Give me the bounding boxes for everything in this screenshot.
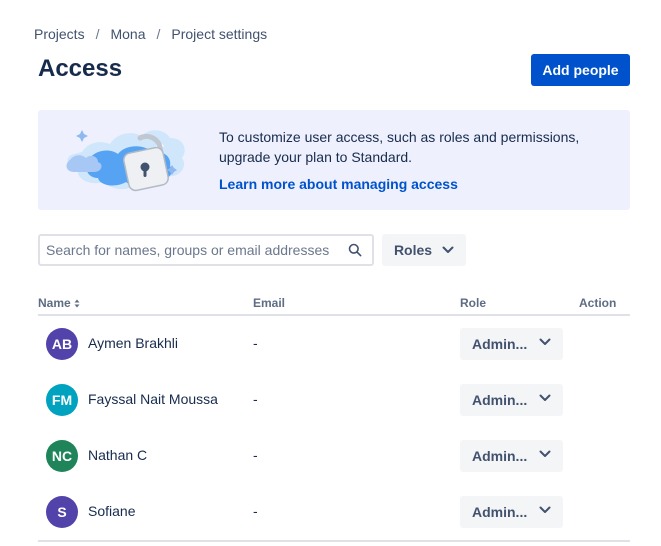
role-column-header: Role [460, 296, 487, 310]
search-field [38, 234, 374, 266]
chevron-down-icon [442, 246, 454, 253]
user-name: Fayssal Nait Moussa [88, 391, 218, 407]
access-table: Name Email Role Action AB Aymen Brakhli … [38, 294, 630, 542]
action-column-header: Action [579, 296, 617, 310]
role-dropdown[interactable]: Admin... [460, 496, 563, 528]
chevron-down-icon [539, 394, 551, 401]
upgrade-banner: To customize user access, such as roles … [38, 110, 630, 210]
sort-icon [74, 299, 80, 307]
chevron-down-icon [539, 338, 551, 345]
chevron-down-icon [539, 506, 551, 513]
role-dropdown[interactable]: Admin... [460, 328, 563, 360]
search-input[interactable] [40, 236, 336, 264]
roles-filter-button[interactable]: Roles [382, 234, 466, 266]
role-dropdown[interactable]: Admin... [460, 440, 563, 472]
search-icon [348, 243, 362, 257]
role-value: Admin... [472, 504, 528, 520]
user-name: Aymen Brakhli [88, 335, 179, 351]
user-email: - [253, 391, 258, 407]
user-email: - [253, 447, 258, 463]
role-value: Admin... [472, 336, 528, 352]
table-divider [38, 540, 630, 542]
avatar: AB [46, 328, 78, 360]
add-people-button[interactable]: Add people [531, 54, 630, 86]
lock-illustration-icon [66, 130, 185, 192]
user-email: - [253, 335, 258, 351]
table-row: FM Fayssal Nait Moussa - Admin... [38, 372, 630, 428]
banner-text: To customize user access, such as roles … [219, 129, 580, 165]
avatar: S [46, 496, 78, 528]
roles-filter-label: Roles [393, 242, 433, 258]
table-header: Name Email Role Action [38, 294, 630, 316]
role-value: Admin... [472, 392, 528, 408]
user-name: Nathan C [88, 447, 148, 463]
breadcrumb-separator: / [95, 26, 100, 42]
email-column-header: Email [253, 296, 286, 310]
user-name: Sofiane [88, 503, 136, 519]
breadcrumb-projects[interactable]: Projects [34, 26, 85, 42]
name-header-label: Name [38, 296, 71, 310]
learn-more-link[interactable]: Learn more about managing access [219, 176, 458, 192]
table-row: AB Aymen Brakhli - Admin... [38, 316, 630, 372]
chevron-down-icon [539, 450, 551, 457]
table-row: S Sofiane - Admin... [38, 484, 630, 540]
role-dropdown[interactable]: Admin... [460, 384, 563, 416]
breadcrumb-mona[interactable]: Mona [110, 26, 145, 42]
breadcrumb-project-settings[interactable]: Project settings [171, 26, 267, 42]
name-column-header[interactable]: Name [38, 296, 80, 310]
breadcrumb: Projects / Mona / Project settings [34, 25, 267, 43]
role-value: Admin... [472, 448, 528, 464]
table-row: NC Nathan C - Admin... [38, 428, 630, 484]
breadcrumb-separator: / [156, 26, 161, 42]
page-title: Access [38, 55, 123, 82]
avatar: FM [46, 384, 78, 416]
avatar: NC [46, 440, 78, 472]
user-email: - [253, 503, 258, 519]
